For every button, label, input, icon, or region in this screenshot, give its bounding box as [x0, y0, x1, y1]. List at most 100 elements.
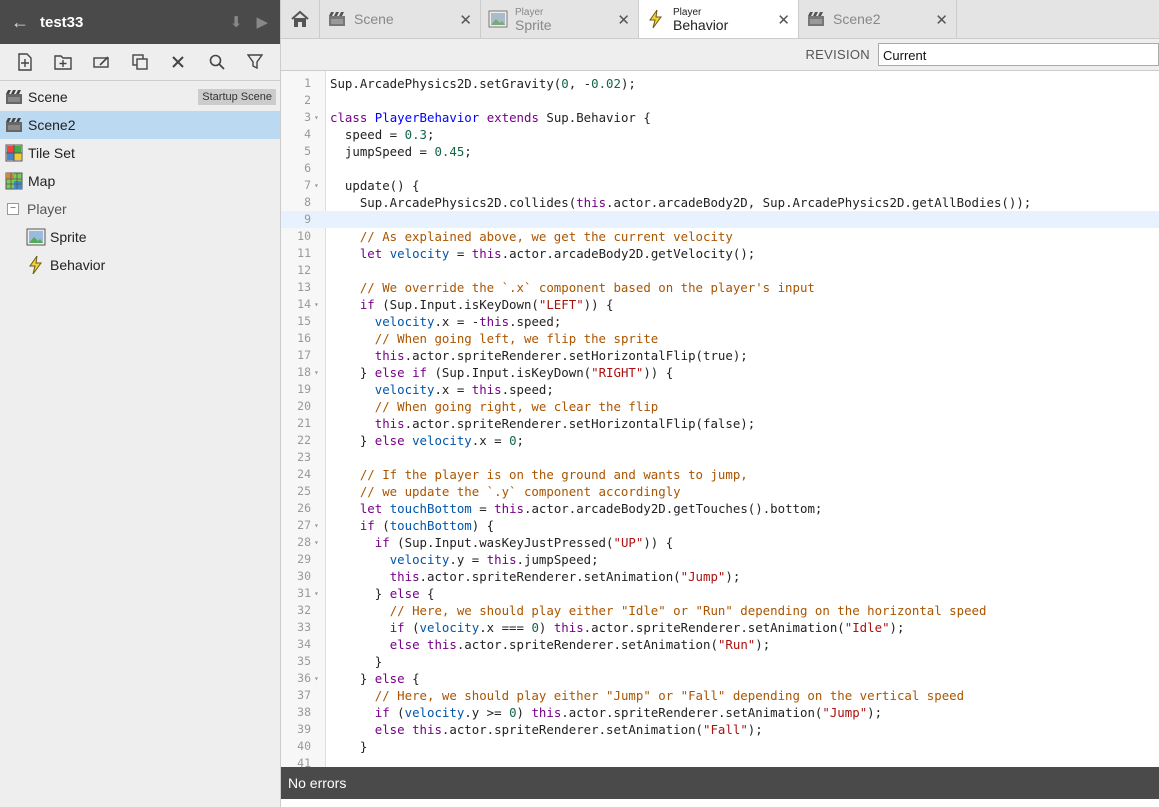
- code-line[interactable]: 17 this.actor.spriteRenderer.setHorizont…: [281, 347, 1159, 364]
- code-text: jumpSpeed = 0.45;: [330, 144, 472, 159]
- code-line[interactable]: 26 let touchBottom = this.actor.arcadeBo…: [281, 500, 1159, 517]
- code-line[interactable]: 39 else this.actor.spriteRenderer.setAni…: [281, 721, 1159, 738]
- code-line[interactable]: 22 } else velocity.x = 0;: [281, 432, 1159, 449]
- code-line[interactable]: 38 if (velocity.y >= 0) this.actor.sprit…: [281, 704, 1159, 721]
- code-line[interactable]: 23: [281, 449, 1159, 466]
- collapse-toggle-icon[interactable]: −: [7, 203, 19, 215]
- line-number: 14: [297, 297, 311, 311]
- close-icon[interactable]: ✕: [459, 11, 472, 29]
- tab-scene[interactable]: Scene ✕: [320, 0, 481, 38]
- code-line[interactable]: 6: [281, 160, 1159, 177]
- line-number: 30: [297, 569, 311, 583]
- line-number: 9: [304, 212, 311, 226]
- code-line[interactable]: 35 }: [281, 653, 1159, 670]
- code-line[interactable]: 4 speed = 0.3;: [281, 126, 1159, 143]
- play-icon[interactable]: ▶: [256, 13, 268, 31]
- code-line[interactable]: 27 ▾ if (touchBottom) {: [281, 517, 1159, 534]
- fold-arrow-icon[interactable]: ▾: [314, 670, 319, 687]
- line-number: 11: [297, 246, 311, 260]
- fold-arrow-icon[interactable]: ▾: [314, 177, 319, 194]
- line-number: 39: [297, 722, 311, 736]
- code-line[interactable]: 28 ▾ if (Sup.Input.wasKeyJustPressed("UP"…: [281, 534, 1159, 551]
- tree-item-player-folder[interactable]: − Player: [0, 195, 280, 223]
- close-icon[interactable]: ✕: [935, 11, 948, 29]
- code-line[interactable]: 20 // When going right, we clear the fli…: [281, 398, 1159, 415]
- tab-scene2[interactable]: Scene2 ✕: [799, 0, 957, 38]
- code-line[interactable]: 5 jumpSpeed = 0.45;: [281, 143, 1159, 160]
- code-line[interactable]: 9: [281, 211, 1159, 228]
- code-line[interactable]: 14 ▾ if (Sup.Input.isKeyDown("LEFT")) {: [281, 296, 1159, 313]
- code-line[interactable]: 19 velocity.x = this.speed;: [281, 381, 1159, 398]
- code-text: this.actor.spriteRenderer.setAnimation("…: [389, 569, 741, 584]
- scene-icon: [4, 116, 24, 134]
- code-text: } else {: [330, 586, 435, 601]
- code-line[interactable]: 11 let velocity = this.actor.arcadeBody2…: [281, 245, 1159, 262]
- code-line[interactable]: 1 Sup.ArcadePhysics2D.setGravity(0, -0.02…: [281, 75, 1159, 92]
- download-icon[interactable]: ⬇: [230, 13, 243, 31]
- code-line[interactable]: 41: [281, 755, 1159, 767]
- code-line[interactable]: 15 velocity.x = -this.speed;: [281, 313, 1159, 330]
- code-line[interactable]: 34 else this.actor.spriteRenderer.setAni…: [281, 636, 1159, 653]
- code-line[interactable]: 33 if (velocity.x === 0) this.actor.spri…: [281, 619, 1159, 636]
- line-number: 27: [297, 518, 311, 532]
- code-line[interactable]: 40 }: [281, 738, 1159, 755]
- line-number: 13: [297, 280, 311, 294]
- fold-arrow-icon[interactable]: ▾: [314, 364, 319, 381]
- code-line[interactable]: 21 this.actor.spriteRenderer.setHorizont…: [281, 415, 1159, 432]
- tree-item-sprite[interactable]: Sprite: [0, 223, 280, 251]
- code-line[interactable]: 16 // When going left, we flip the sprit…: [281, 330, 1159, 347]
- code-line[interactable]: 2: [281, 92, 1159, 109]
- code-text: // As explained above, we get the curren…: [359, 229, 733, 244]
- tree-item-label: Scene2: [28, 117, 76, 133]
- code-line[interactable]: 18 ▾ } else if (Sup.Input.isKeyDown("RIGH…: [281, 364, 1159, 381]
- code-line[interactable]: 31 ▾ } else {: [281, 585, 1159, 602]
- code-line[interactable]: 8 Sup.ArcadePhysics2D.collides(this.acto…: [281, 194, 1159, 211]
- tree-item-label: Tile Set: [28, 145, 75, 161]
- line-number: 5: [304, 144, 311, 158]
- back-arrow-icon[interactable]: ←: [0, 12, 40, 33]
- tree-item-behavior[interactable]: Behavior: [0, 251, 280, 279]
- new-asset-icon[interactable]: [13, 50, 37, 74]
- tab-player-behavior[interactable]: Player Behavior ✕: [639, 0, 799, 38]
- line-number: 41: [297, 756, 311, 767]
- search-icon[interactable]: [205, 50, 229, 74]
- code-text: let touchBottom = this.actor.arcadeBody2…: [359, 501, 823, 516]
- rename-icon[interactable]: [90, 50, 114, 74]
- fold-arrow-icon[interactable]: ▾: [314, 296, 319, 313]
- code-line[interactable]: 24 // If the player is on the ground and…: [281, 466, 1159, 483]
- code-line[interactable]: 37 // Here, we should play either "Jump"…: [281, 687, 1159, 704]
- code-line[interactable]: 29 velocity.y = this.jumpSpeed;: [281, 551, 1159, 568]
- line-number: 25: [297, 484, 311, 498]
- code-text: this.actor.spriteRenderer.setHorizontalF…: [374, 348, 748, 363]
- close-icon[interactable]: ✕: [617, 11, 630, 29]
- code-line[interactable]: 13 // We override the `.x` component bas…: [281, 279, 1159, 296]
- fold-arrow-icon[interactable]: ▾: [314, 534, 319, 551]
- duplicate-icon[interactable]: [128, 50, 152, 74]
- fold-arrow-icon[interactable]: ▾: [314, 585, 319, 602]
- home-tab[interactable]: [281, 0, 320, 38]
- tab-player-sprite[interactable]: Player Sprite ✕: [481, 0, 639, 38]
- filter-icon[interactable]: [243, 50, 267, 74]
- code-line[interactable]: 30 this.actor.spriteRenderer.setAnimatio…: [281, 568, 1159, 585]
- tree-item-scene[interactable]: Scene Startup Scene: [0, 83, 280, 111]
- revision-label: REVISION: [805, 47, 870, 62]
- revision-select[interactable]: Current: [878, 43, 1159, 66]
- code-line[interactable]: 12: [281, 262, 1159, 279]
- tree-item-scene2[interactable]: Scene2: [0, 111, 280, 139]
- fold-arrow-icon[interactable]: ▾: [314, 109, 319, 126]
- code-line[interactable]: 36 ▾ } else {: [281, 670, 1159, 687]
- tree-item-tile-set[interactable]: Tile Set: [0, 139, 280, 167]
- code-editor[interactable]: 1 Sup.ArcadePhysics2D.setGravity(0, -0.02…: [281, 71, 1159, 767]
- code-line[interactable]: 25 // we update the `.y` component accor…: [281, 483, 1159, 500]
- code-line[interactable]: 10 // As explained above, we get the cur…: [281, 228, 1159, 245]
- delete-icon[interactable]: [166, 50, 190, 74]
- close-icon[interactable]: ✕: [777, 11, 790, 29]
- tab-label: Scene2: [833, 11, 881, 27]
- fold-arrow-icon[interactable]: ▾: [314, 517, 319, 534]
- tree-item-map[interactable]: Map: [0, 167, 280, 195]
- new-folder-icon[interactable]: [51, 50, 75, 74]
- code-line[interactable]: 7 ▾ update() {: [281, 177, 1159, 194]
- code-line[interactable]: 32 // Here, we should play either "Idle"…: [281, 602, 1159, 619]
- code-text: speed = 0.3;: [330, 127, 435, 142]
- code-line[interactable]: 3 ▾ class PlayerBehavior extends Sup.Behav…: [281, 109, 1159, 126]
